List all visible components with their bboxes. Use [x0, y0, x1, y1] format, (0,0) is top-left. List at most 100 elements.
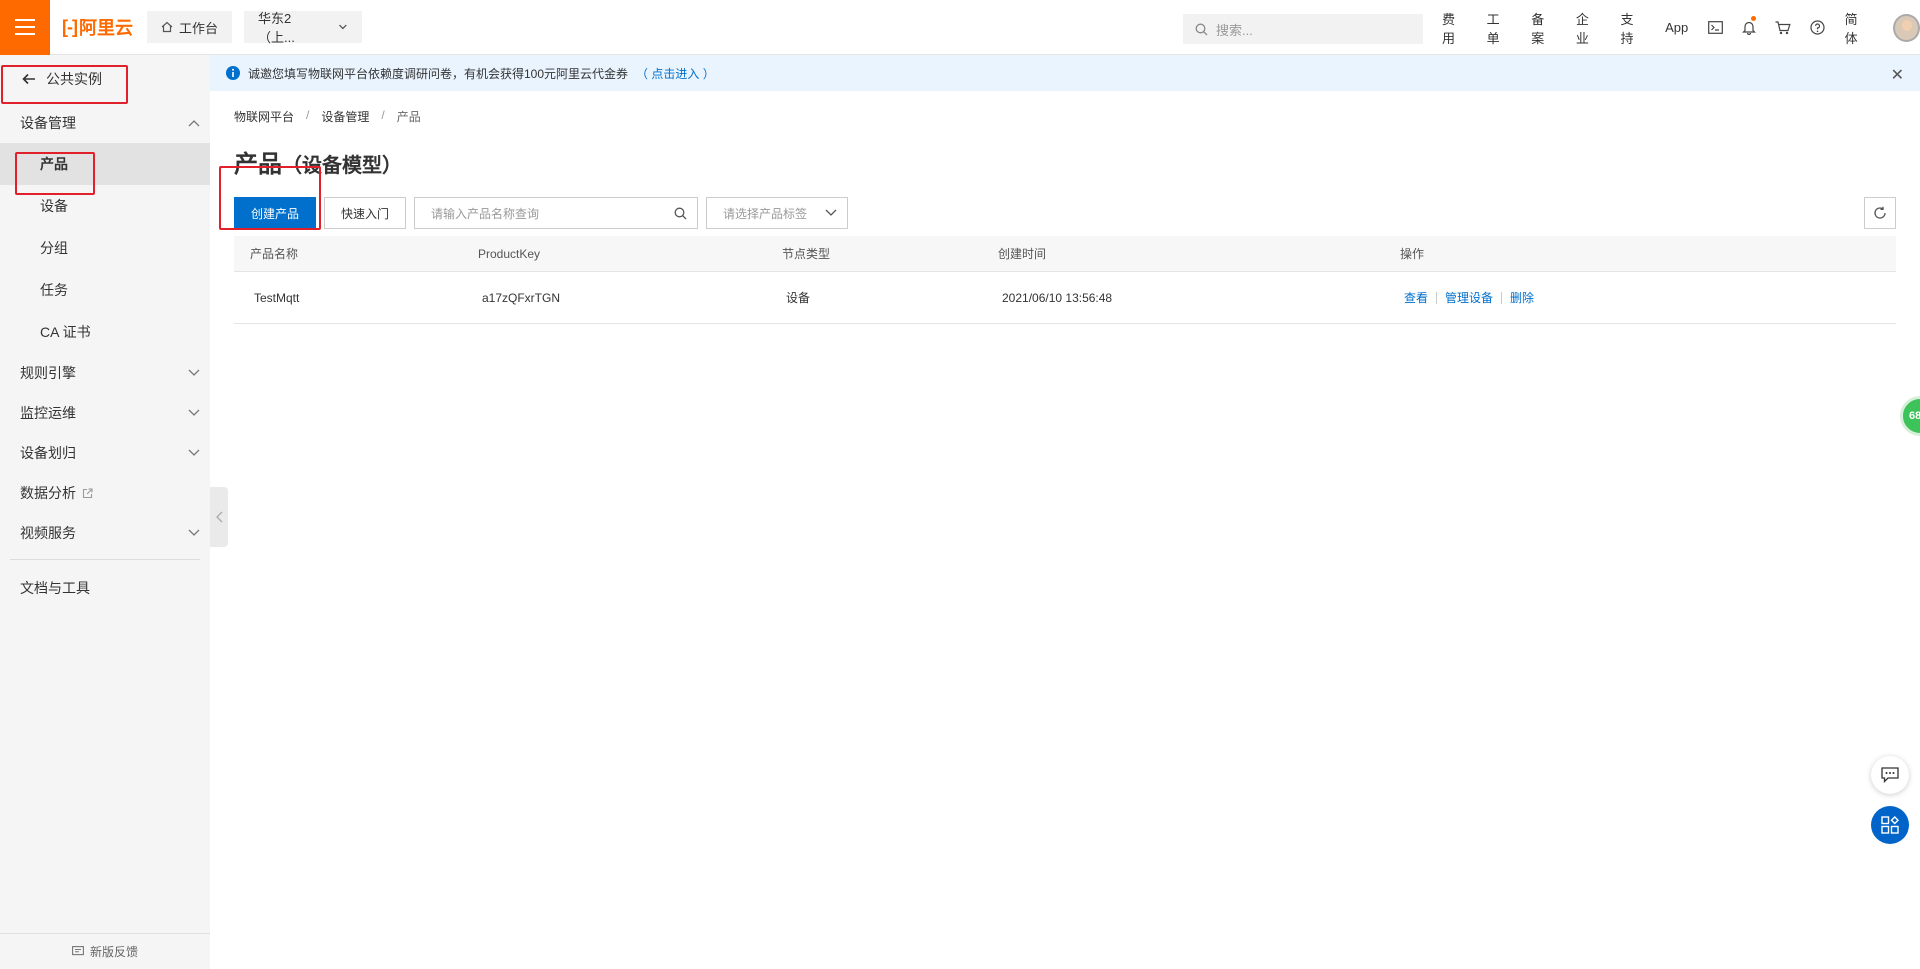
terminal-icon[interactable] [1698, 0, 1732, 55]
breadcrumb: 物联网平台 / 设备管理 / 产品 [234, 108, 421, 125]
sidebar-item-group[interactable]: 分组 [0, 227, 210, 269]
sidebar-group-device-management[interactable]: 设备管理 [0, 103, 210, 143]
sidebar-group-monitoring[interactable]: 监控运维 [0, 393, 210, 433]
floating-badge[interactable]: 68 [1900, 396, 1920, 436]
sidebar-item-docs-tools[interactable]: 文档与工具 [0, 568, 210, 608]
feedback-button[interactable]: 新版反馈 [0, 933, 210, 969]
annotation-box-back [1, 65, 128, 104]
annotation-box-product [15, 152, 95, 195]
chevron-left-icon [215, 511, 222, 523]
top-link-icp[interactable]: 备案 [1521, 9, 1566, 47]
chevron-down-icon [188, 409, 200, 416]
cell-actions: 查看 管理设备 删除 [1392, 291, 1542, 304]
product-tag-select[interactable]: 请选择产品标签 [706, 197, 848, 229]
refresh-icon [1874, 206, 1886, 219]
breadcrumb-item[interactable]: 物联网平台 [234, 108, 294, 125]
bell-icon[interactable] [1732, 0, 1766, 55]
refresh-button[interactable] [1864, 197, 1896, 229]
chevron-down-icon [188, 529, 200, 536]
hamburger-menu-icon[interactable] [0, 0, 50, 55]
chevron-down-icon [825, 209, 837, 216]
product-search-input[interactable]: 请输入产品名称查询 [414, 197, 698, 229]
apps-icon[interactable] [1871, 806, 1909, 844]
sidebar-group-label: 设备划归 [20, 445, 76, 461]
sidebar-group-label: 设备管理 [20, 115, 76, 131]
sidebar-item-label: CA 证书 [40, 324, 91, 340]
global-search-input[interactable]: 搜索... [1183, 14, 1423, 44]
language-switch[interactable]: 简体 [1835, 9, 1880, 47]
notice-link[interactable]: （ 点击进入 ） [636, 65, 715, 82]
external-link-icon [82, 487, 93, 498]
sidebar-item-ca-cert[interactable]: CA 证书 [0, 311, 210, 353]
sidebar-group-label: 视频服务 [20, 525, 76, 541]
sidebar-item-label: 任务 [40, 282, 68, 298]
sidebar-item-data-analysis[interactable]: 数据分析 [0, 473, 210, 513]
table-row: TestMqtt a17zQFxrTGN 设备 2021/06/10 13:56… [234, 272, 1896, 324]
notice-text: 诚邀您填写物联网平台依赖度调研问卷，有机会获得100元阿里云代金券 [248, 66, 629, 81]
search-icon[interactable] [674, 207, 687, 220]
sidebar-group-device-allocation[interactable]: 设备划归 [0, 433, 210, 473]
view-link[interactable]: 查看 [1404, 291, 1438, 304]
top-link-billing[interactable]: 费用 [1432, 9, 1477, 47]
column-header-actions: 操作 [1400, 247, 1425, 261]
manage-devices-link[interactable]: 管理设备 [1437, 291, 1503, 304]
top-links: 费用 工单 备案 企业 支持 App 简体 [1432, 0, 1920, 55]
top-link-ticket[interactable]: 工单 [1477, 9, 1522, 47]
quickstart-button[interactable]: 快速入门 [324, 197, 406, 229]
logo-bracket: [-] [62, 16, 78, 37]
cart-icon[interactable] [1766, 0, 1800, 55]
top-navbar: [-] 阿里云 工作台 华东2（上... 搜索... 费用 工单 备案 企业 支… [0, 0, 1920, 55]
aliyun-logo[interactable]: [-] 阿里云 [62, 0, 133, 55]
close-icon[interactable]: ✕ [1891, 65, 1904, 85]
feedback-icon [72, 946, 84, 956]
table-header: 产品名称 ProductKey 节点类型 创建时间 操作 [234, 236, 1896, 272]
chevron-down-icon [339, 24, 347, 30]
user-avatar[interactable] [1893, 13, 1920, 42]
sidebar-group-rule-engine[interactable]: 规则引擎 [0, 353, 210, 393]
workbench-button[interactable]: 工作台 [146, 11, 232, 43]
delete-link[interactable]: 删除 [1502, 292, 1542, 304]
cell-product-key: a17zQFxrTGN [482, 290, 561, 305]
chevron-up-icon [188, 120, 200, 127]
sidebar-group-label: 监控运维 [20, 405, 76, 421]
top-link-enterprise[interactable]: 企业 [1566, 9, 1611, 47]
cell-created-time: 2021/06/10 13:56:48 [1002, 290, 1113, 305]
sidebar-group-video-service[interactable]: 视频服务 [0, 513, 210, 553]
column-header-name: 产品名称 [250, 247, 299, 261]
sidebar-group-label: 数据分析 [20, 485, 76, 501]
sidebar-collapse-handle[interactable] [210, 487, 228, 547]
cell-node-type: 设备 [786, 291, 811, 305]
sidebar-group-label: 规则引擎 [20, 365, 76, 381]
sidebar-item-task[interactable]: 任务 [0, 269, 210, 311]
top-link-support[interactable]: 支持 [1611, 9, 1656, 47]
top-link-app[interactable]: App [1655, 20, 1698, 35]
annotation-box-create [219, 166, 321, 230]
region-selector[interactable]: 华东2（上... [244, 11, 362, 45]
breadcrumb-item[interactable]: 设备管理 [321, 108, 369, 125]
breadcrumb-current: 产品 [396, 110, 421, 124]
sidebar-group-label: 文档与工具 [20, 580, 90, 596]
help-icon[interactable] [1801, 0, 1835, 55]
column-header-productkey: ProductKey [478, 246, 541, 261]
home-icon [161, 21, 173, 33]
cell-product-name: TestMqtt [254, 290, 300, 305]
breadcrumb-separator: / [381, 108, 385, 122]
search-placeholder: 搜索... [1216, 22, 1253, 38]
product-search-placeholder: 请输入产品名称查询 [431, 206, 540, 221]
chat-icon[interactable] [1871, 756, 1909, 794]
survey-notice-banner: 诚邀您填写物联网平台依赖度调研问卷，有机会获得100元阿里云代金券 （ 点击进入… [210, 55, 1920, 91]
sidebar-item-label: 设备 [40, 198, 68, 214]
feedback-label: 新版反馈 [89, 945, 138, 959]
tag-select-placeholder: 请选择产品标签 [723, 206, 808, 221]
column-header-created: 创建时间 [998, 247, 1047, 261]
product-table: 产品名称 ProductKey 节点类型 创建时间 操作 TestMqtt a1… [234, 236, 1896, 324]
logo-text: 阿里云 [78, 18, 133, 38]
sidebar-divider [10, 559, 200, 560]
search-icon [1195, 23, 1208, 35]
sidebar-item-label: 分组 [40, 240, 68, 256]
breadcrumb-separator: / [306, 108, 310, 122]
column-header-node-type: 节点类型 [782, 247, 831, 261]
chevron-down-icon [188, 369, 200, 376]
workbench-label: 工作台 [178, 20, 218, 36]
info-icon [226, 66, 240, 80]
